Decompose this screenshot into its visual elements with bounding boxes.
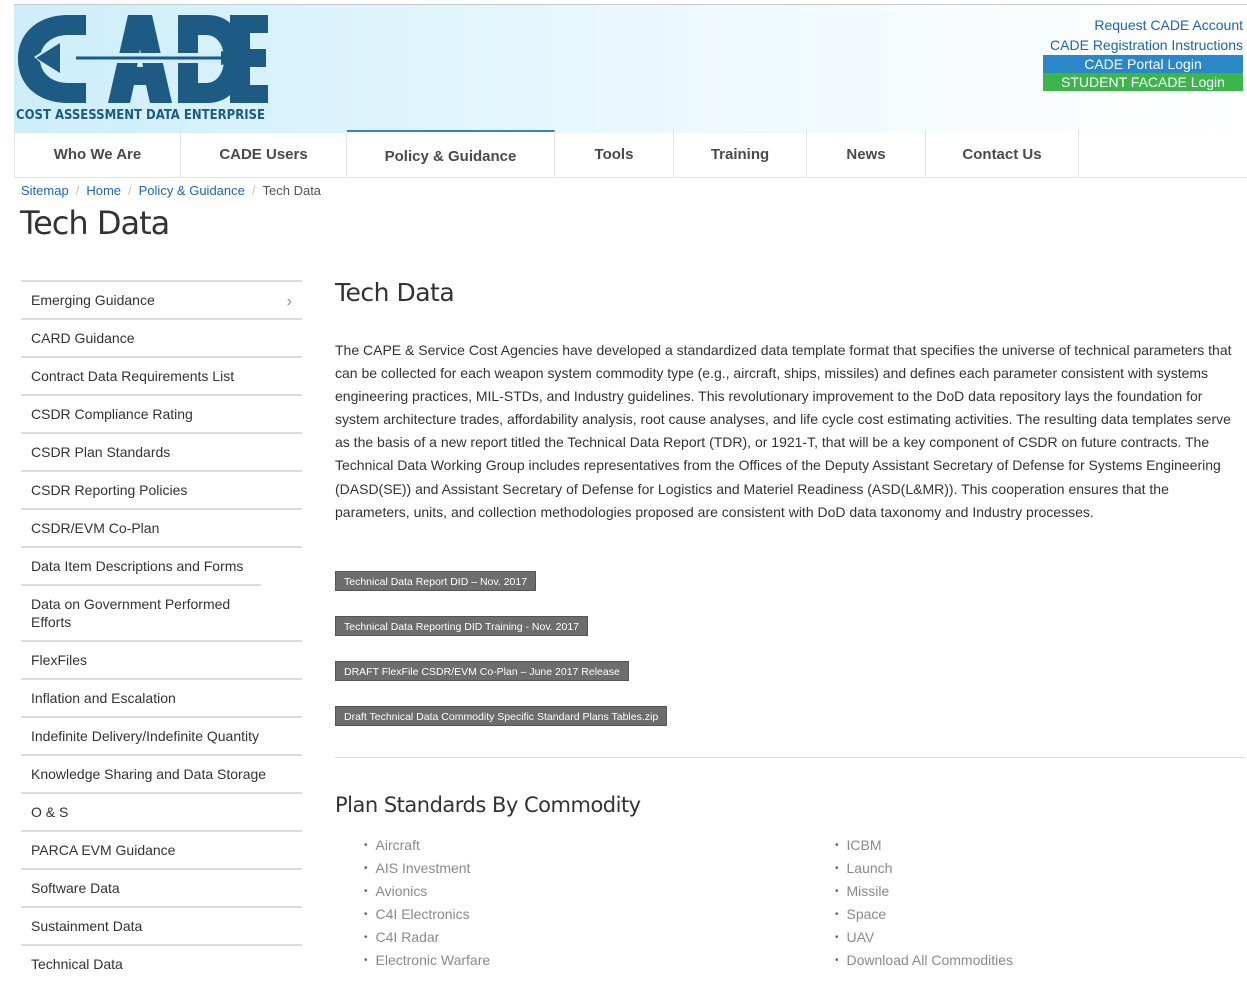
sidebar-item-government-performed-efforts[interactable]: Data on Government Performed Efforts [21, 584, 261, 640]
nav-who-we-are[interactable]: Who We Are [14, 130, 181, 177]
commodity-link-ais-investment[interactable]: AIS Investment [364, 858, 490, 881]
sidebar-item-csdr-compliance-rating[interactable]: CSDR Compliance Rating [21, 394, 302, 432]
nav-tools[interactable]: Tools [555, 130, 674, 177]
breadcrumb-home[interactable]: Home [86, 183, 121, 198]
portal-login-button[interactable]: CADE Portal Login [1043, 55, 1243, 73]
main-navigation: Who We Are CADE Users Policy & Guidance … [14, 130, 1247, 178]
sidebar-item-label: Data on Government Performed Efforts [31, 596, 231, 630]
commodity-list-right: ICBM Launch Missile Space UAV Download A… [835, 835, 1014, 973]
sidebar-item-inflation-escalation[interactable]: Inflation and Escalation [21, 678, 302, 716]
logo-subtitle: COST ASSESSMENT DATA ENTERPRISE [16, 108, 265, 123]
sidebar-item-label: CSDR Compliance Rating [31, 406, 193, 422]
sidebar-item-flexfiles[interactable]: FlexFiles [21, 640, 302, 678]
commodity-link-uav[interactable]: UAV [835, 927, 1013, 950]
sidebar-item-data-item-descriptions[interactable]: Data Item Descriptions and Forms [21, 546, 302, 584]
tdr-training-button[interactable]: Technical Data Reporting DID Training - … [335, 616, 589, 636]
sidebar-item-label: CSDR/EVM Co-Plan [31, 520, 160, 536]
sidebar-item-label: Contract Data Requirements List [31, 368, 235, 384]
sidebar-item-csdr-plan-standards[interactable]: CSDR Plan Standards [21, 432, 302, 470]
breadcrumb-sitemap[interactable]: Sitemap [21, 183, 69, 198]
sidebar-item-label: CSDR Plan Standards [31, 444, 171, 460]
content-divider [335, 757, 1245, 758]
breadcrumb-separator: / [128, 183, 132, 198]
utility-links: Request CADE Account CADE Registration I… [1023, 15, 1243, 91]
commodity-tables-zip-button[interactable]: Draft Technical Data Commodity Specific … [335, 706, 668, 726]
request-account-link[interactable]: Request CADE Account [1023, 15, 1243, 35]
sidebar-item-emerging-guidance[interactable]: Emerging Guidance › [21, 280, 302, 318]
sidebar-item-label: PARCA EVM Guidance [31, 842, 176, 858]
tdr-did-button[interactable]: Technical Data Report DID – Nov. 2017 [335, 571, 537, 591]
sidebar-item-card-guidance[interactable]: CARD Guidance [21, 318, 302, 356]
student-login-button[interactable]: STUDENT FACADE Login [1043, 73, 1243, 91]
intro-paragraph: The CAPE & Service Cost Agencies have de… [335, 342, 1232, 520]
sidebar-item-csdr-evm-coplan[interactable]: CSDR/EVM Co-Plan [21, 508, 302, 546]
commodity-link-icbm[interactable]: ICBM [835, 835, 1013, 858]
plan-standards-title: Plan Standards By Commodity [335, 793, 641, 817]
commodity-link-missile[interactable]: Missile [835, 881, 1013, 904]
site-header: COST ASSESSMENT DATA ENTERPRISE Request … [14, 4, 1247, 133]
nav-cade-users[interactable]: CADE Users [181, 130, 347, 177]
sidebar-item-label: Technical Data [31, 956, 123, 972]
commodity-link-avionics[interactable]: Avionics [364, 881, 490, 904]
registration-instructions-link[interactable]: CADE Registration Instructions [1023, 35, 1243, 55]
sidebar-item-label: Inflation and Escalation [31, 690, 176, 706]
commodity-link-space[interactable]: Space [835, 904, 1013, 927]
page-title: Tech Data [20, 204, 170, 242]
commodity-link-c4i-electronics[interactable]: C4I Electronics [364, 904, 490, 927]
commodity-link-c4i-radar[interactable]: C4I Radar [364, 927, 490, 950]
sidebar-item-csdr-reporting-policies[interactable]: CSDR Reporting Policies [21, 470, 302, 508]
sidebar-item-cdrl[interactable]: Contract Data Requirements List [21, 356, 302, 394]
sidebar-item-label: Knowledge Sharing and Data Storage [31, 766, 267, 782]
breadcrumb-separator: / [251, 183, 256, 198]
commodity-link-electronic-warfare[interactable]: Electronic Warfare [364, 950, 491, 973]
commodity-list-left: Aircraft AIS Investment Avionics C4I Ele… [364, 835, 491, 973]
sidebar-item-label: Emerging Guidance [31, 292, 155, 308]
breadcrumb-policy-guidance[interactable]: Policy & Guidance [139, 183, 245, 198]
sidebar-item-label: CSDR Reporting Policies [31, 482, 188, 498]
sidebar-item-label: CARD Guidance [31, 330, 135, 346]
sidebar-item-technical-data[interactable]: Technical Data [21, 944, 302, 982]
sidebar-item-parca-evm[interactable]: PARCA EVM Guidance [21, 830, 302, 868]
breadcrumb-separator: / [75, 183, 80, 198]
breadcrumb-current: Tech Data [262, 183, 322, 198]
content-title: Tech Data [335, 278, 455, 307]
nav-news[interactable]: News [807, 130, 926, 177]
nav-contact-us[interactable]: Contact Us [926, 130, 1079, 177]
sidebar-menu: Emerging Guidance › CARD Guidance Contrac… [21, 280, 302, 982]
sidebar-item-label: Data Item Descriptions and Forms [31, 558, 244, 574]
sidebar-item-idiq[interactable]: Indefinite Delivery/Indefinite Quantity [21, 716, 302, 754]
sidebar-item-software-data[interactable]: Software Data [21, 868, 302, 906]
sidebar-item-label: Indefinite Delivery/Indefinite Quantity [31, 728, 260, 744]
sidebar-item-label: O & S [31, 804, 69, 820]
sidebar-item-label: Sustainment Data [31, 918, 143, 934]
nav-policy-guidance[interactable]: Policy & Guidance [347, 130, 555, 177]
commodity-link-launch[interactable]: Launch [835, 858, 1013, 881]
chevron-right-icon[interactable]: › [287, 293, 292, 311]
sidebar-item-label: FlexFiles [31, 652, 88, 668]
flexfile-coplan-button[interactable]: DRAFT FlexFile CSDR/EVM Co-Plan – June 2… [335, 661, 629, 681]
sidebar-item-knowledge-sharing[interactable]: Knowledge Sharing and Data Storage [21, 754, 302, 792]
sidebar-item-label: Software Data [31, 880, 120, 896]
sidebar-item-sustainment-data[interactable]: Sustainment Data [21, 906, 302, 944]
commodity-link-aircraft[interactable]: Aircraft [364, 835, 490, 858]
download-all-commodities-link[interactable]: Download All Commodities [835, 950, 1014, 973]
sidebar-item-o-and-s[interactable]: O & S [21, 792, 302, 830]
nav-training[interactable]: Training [674, 130, 807, 177]
cade-logo[interactable] [16, 13, 276, 108]
breadcrumb: Sitemap / Home / Policy & Guidance / Tech Data [21, 183, 321, 198]
